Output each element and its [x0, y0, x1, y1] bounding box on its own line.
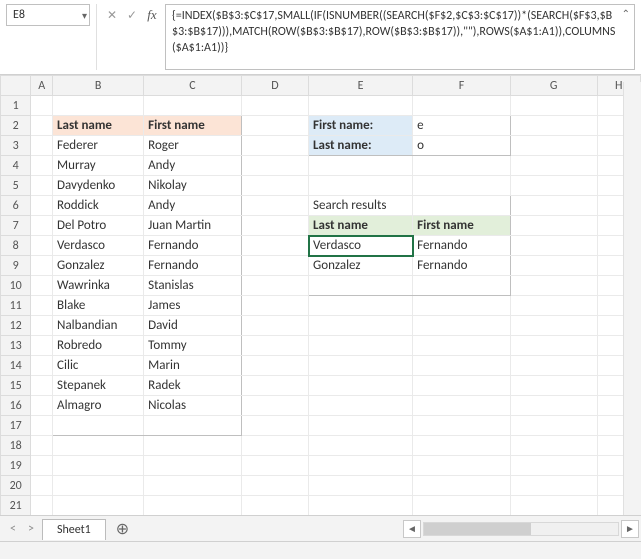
- cell[interactable]: Tommy: [144, 336, 242, 356]
- cell[interactable]: [413, 276, 511, 296]
- add-sheet-icon[interactable]: ⊕: [110, 519, 135, 539]
- cell[interactable]: Gonzalez: [309, 256, 413, 276]
- cell[interactable]: Fernando: [144, 236, 242, 256]
- col-header[interactable]: E: [309, 76, 413, 96]
- cell[interactable]: Federer: [53, 136, 144, 156]
- cell[interactable]: Stepanek: [53, 376, 144, 396]
- results-header[interactable]: Last name: [309, 216, 413, 236]
- row-header[interactable]: 1: [1, 96, 31, 116]
- row-header[interactable]: 8: [1, 236, 31, 256]
- scroll-left-icon[interactable]: ◄: [403, 520, 421, 538]
- search-last-input[interactable]: o: [413, 136, 511, 156]
- collapse-formula-icon[interactable]: ⌃: [622, 7, 630, 21]
- row-header[interactable]: 15: [1, 376, 31, 396]
- cell[interactable]: Blake: [53, 296, 144, 316]
- row-header[interactable]: 18: [1, 436, 31, 456]
- fx-icon[interactable]: fx: [143, 6, 161, 24]
- cell[interactable]: Stanislas: [144, 276, 242, 296]
- cell[interactable]: Nicolas: [144, 396, 242, 416]
- cell[interactable]: Nalbandian: [53, 316, 144, 336]
- row-header[interactable]: 3: [1, 136, 31, 156]
- col-header[interactable]: A: [31, 76, 53, 96]
- cell[interactable]: Roger: [144, 136, 242, 156]
- formula-buttons: ✕ ✓ fx: [103, 4, 161, 26]
- tab-prev-icon[interactable]: <: [6, 522, 20, 536]
- spreadsheet-grid[interactable]: A B C D E F G H 1 2 Last name First name…: [0, 75, 641, 536]
- cell[interactable]: Cilic: [53, 356, 144, 376]
- cell[interactable]: Radek: [144, 376, 242, 396]
- row-header[interactable]: 9: [1, 256, 31, 276]
- horizontal-scrollbar[interactable]: ◄ ►: [401, 515, 641, 541]
- cell[interactable]: [413, 196, 511, 216]
- name-box[interactable]: E8 ▾: [6, 4, 90, 26]
- col-header[interactable]: C: [144, 76, 242, 96]
- cell[interactable]: [53, 416, 144, 436]
- row-header[interactable]: 21: [1, 496, 31, 516]
- cell[interactable]: [309, 276, 413, 296]
- formula-text: {=INDEX($B$3:$C$17,SMALL(IF(ISNUMBER((SE…: [172, 9, 615, 55]
- cell[interactable]: Robredo: [53, 336, 144, 356]
- search-first-input[interactable]: e: [413, 116, 511, 136]
- cell[interactable]: Marin: [144, 356, 242, 376]
- cell[interactable]: Almagro: [53, 396, 144, 416]
- active-cell[interactable]: Verdasco: [309, 236, 413, 256]
- enter-icon[interactable]: ✓: [123, 6, 141, 24]
- cell[interactable]: Verdasco: [53, 236, 144, 256]
- cancel-icon[interactable]: ✕: [103, 6, 121, 24]
- formula-input[interactable]: {=INDEX($B$3:$C$17,SMALL(IF(ISNUMBER((SE…: [165, 4, 635, 70]
- cell[interactable]: [144, 416, 242, 436]
- cell[interactable]: Del Potro: [53, 216, 144, 236]
- cell[interactable]: Nikolay: [144, 176, 242, 196]
- cell[interactable]: Fernando: [413, 236, 511, 256]
- cell[interactable]: Roddick: [53, 196, 144, 216]
- cell[interactable]: Gonzalez: [53, 256, 144, 276]
- cell[interactable]: Juan Martin: [144, 216, 242, 236]
- chevron-down-icon[interactable]: ▾: [82, 9, 87, 22]
- cell[interactable]: Andy: [144, 196, 242, 216]
- cell[interactable]: Murray: [53, 156, 144, 176]
- status-bar: [0, 541, 641, 559]
- search-last-label[interactable]: Last name:: [309, 136, 413, 156]
- table-header[interactable]: Last name: [53, 116, 144, 136]
- col-header[interactable]: D: [241, 76, 308, 96]
- formula-bar: E8 ▾ ✕ ✓ fx {=INDEX($B$3:$C$17,SMALL(IF(…: [0, 0, 641, 75]
- tab-next-icon[interactable]: >: [24, 522, 38, 536]
- row-header[interactable]: 10: [1, 276, 31, 296]
- vertical-scrollbar[interactable]: [623, 82, 641, 515]
- row-header[interactable]: 6: [1, 196, 31, 216]
- cell[interactable]: Fernando: [413, 256, 511, 276]
- row-header[interactable]: 13: [1, 336, 31, 356]
- row-header[interactable]: 16: [1, 396, 31, 416]
- cell[interactable]: James: [144, 296, 242, 316]
- row-header[interactable]: 17: [1, 416, 31, 436]
- cell[interactable]: Davydenko: [53, 176, 144, 196]
- scroll-right-icon[interactable]: ►: [621, 520, 639, 538]
- table-header[interactable]: First name: [144, 116, 242, 136]
- row-header[interactable]: 11: [1, 296, 31, 316]
- results-header[interactable]: First name: [413, 216, 511, 236]
- row-header[interactable]: 12: [1, 316, 31, 336]
- row-header[interactable]: 20: [1, 476, 31, 496]
- select-all-corner[interactable]: [1, 76, 31, 96]
- row-header[interactable]: 14: [1, 356, 31, 376]
- sheet-tab[interactable]: Sheet1: [42, 519, 106, 540]
- search-first-label[interactable]: First name:: [309, 116, 413, 136]
- row-header[interactable]: 4: [1, 156, 31, 176]
- cell[interactable]: Fernando: [144, 256, 242, 276]
- row-header[interactable]: 19: [1, 456, 31, 476]
- row-header[interactable]: 7: [1, 216, 31, 236]
- col-header[interactable]: B: [53, 76, 144, 96]
- row-header[interactable]: 2: [1, 116, 31, 136]
- col-header[interactable]: F: [413, 76, 511, 96]
- col-header[interactable]: G: [510, 76, 597, 96]
- results-title[interactable]: Search results: [309, 196, 413, 216]
- name-box-value: E8: [13, 8, 25, 22]
- cell[interactable]: Wawrinka: [53, 276, 144, 296]
- row-header[interactable]: 5: [1, 176, 31, 196]
- cell[interactable]: Andy: [144, 156, 242, 176]
- cell[interactable]: David: [144, 316, 242, 336]
